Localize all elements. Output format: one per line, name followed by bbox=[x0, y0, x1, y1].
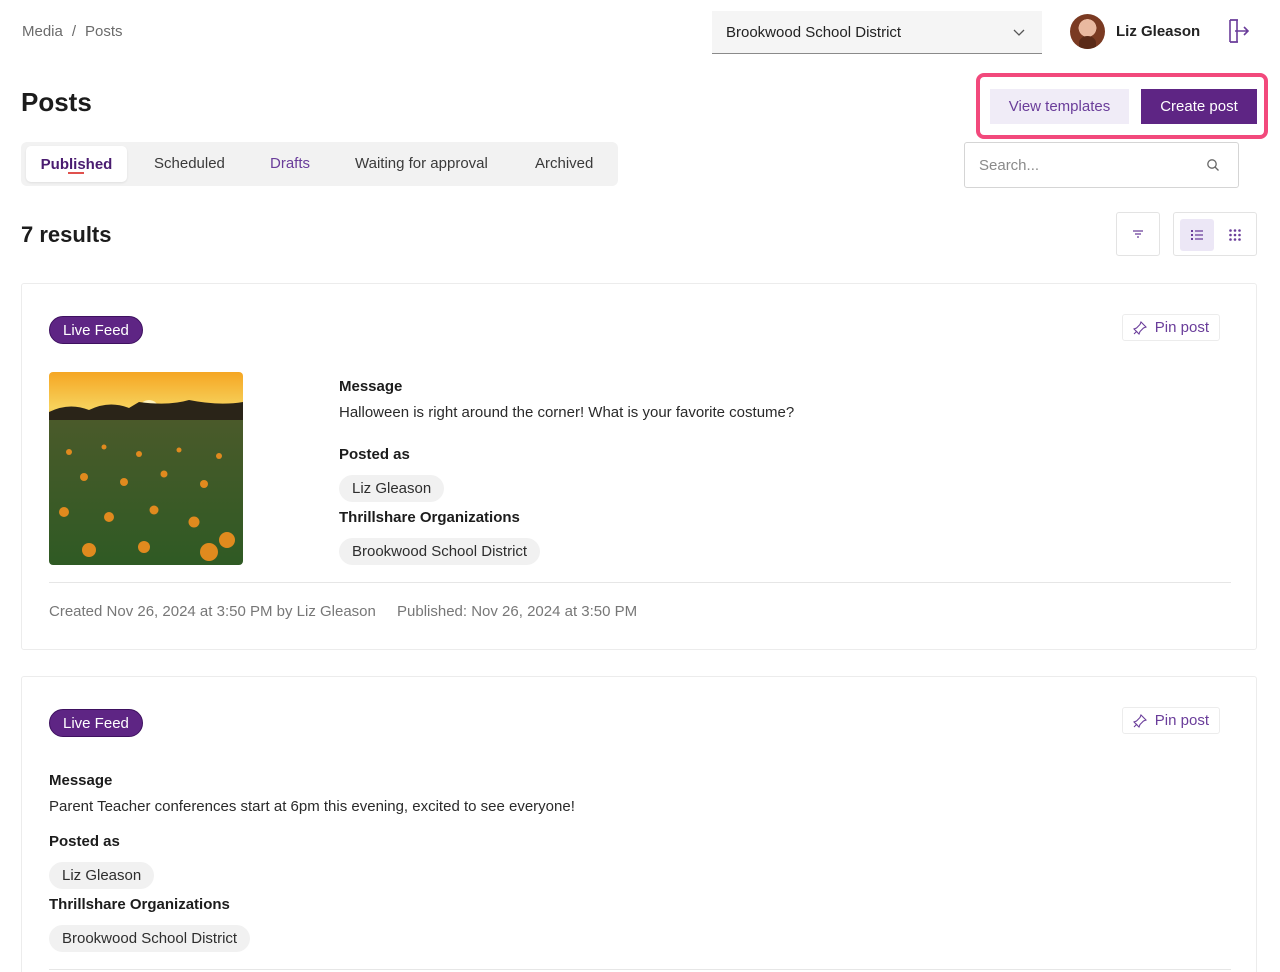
breadcrumb: Media / Posts bbox=[22, 23, 123, 40]
pin-post-button[interactable]: Pin post bbox=[1121, 707, 1220, 734]
post-card: Live Feed Pin post Message Halloween is … bbox=[21, 283, 1257, 650]
posted-as-label: Posted as bbox=[49, 833, 120, 850]
breadcrumb-media[interactable]: Media bbox=[22, 23, 63, 40]
grid-view-button[interactable] bbox=[1218, 219, 1252, 251]
search-icon[interactable] bbox=[1206, 158, 1220, 172]
list-view-icon bbox=[1191, 230, 1203, 240]
pin-post-label: Pin post bbox=[1154, 712, 1209, 729]
card-divider bbox=[49, 582, 1231, 583]
posted-as-chip: Liz Gleason bbox=[49, 862, 155, 889]
tab-scheduled[interactable]: Scheduled bbox=[154, 155, 225, 172]
organization-chip: Brookwood School District bbox=[49, 925, 251, 952]
card-divider bbox=[49, 969, 1231, 970]
message-text: Parent Teacher conferences start at 6pm … bbox=[49, 798, 575, 815]
district-select-value: Brookwood School District bbox=[726, 23, 902, 41]
tab-waiting-for-approval[interactable]: Waiting for approval bbox=[355, 155, 488, 172]
chevron-down-icon bbox=[1013, 29, 1025, 36]
message-label: Message bbox=[49, 772, 113, 789]
breadcrumb-separator: / bbox=[71, 23, 77, 40]
pin-icon bbox=[1132, 713, 1147, 728]
tab-published[interactable]: Published bbox=[26, 146, 127, 182]
post-card: Live Feed Pin post Message Parent Teache… bbox=[21, 676, 1257, 972]
posted-as-chip: Liz Gleason bbox=[339, 475, 445, 502]
search-input[interactable] bbox=[979, 156, 1189, 174]
user-name[interactable]: Liz Gleason bbox=[1116, 23, 1200, 40]
search-box bbox=[964, 142, 1239, 188]
filter-icon bbox=[1133, 230, 1143, 238]
message-text: Halloween is right around the corner! Wh… bbox=[339, 404, 795, 421]
pin-post-button[interactable]: Pin post bbox=[1121, 314, 1220, 341]
live-feed-badge: Live Feed bbox=[49, 316, 143, 344]
view-templates-button[interactable]: View templates bbox=[990, 89, 1129, 124]
message-label: Message bbox=[339, 378, 403, 395]
active-tab-indicator bbox=[68, 172, 84, 174]
page-title: Posts bbox=[21, 87, 92, 117]
created-meta: Created Nov 26, 2024 at 3:50 PM by Liz G… bbox=[49, 603, 376, 620]
tab-published-label: Published bbox=[40, 155, 113, 173]
logout-icon[interactable] bbox=[1228, 18, 1250, 44]
organizations-label: Thrillshare Organizations bbox=[339, 509, 520, 526]
pin-post-label: Pin post bbox=[1154, 319, 1209, 336]
status-tabs: Published Scheduled Drafts Waiting for a… bbox=[21, 142, 618, 186]
filter-button[interactable] bbox=[1116, 212, 1160, 256]
organizations-label: Thrillshare Organizations bbox=[49, 896, 230, 913]
grid-view-icon bbox=[1229, 229, 1241, 241]
breadcrumb-posts: Posts bbox=[85, 23, 123, 40]
tab-archived[interactable]: Archived bbox=[535, 155, 593, 172]
create-post-button[interactable]: Create post bbox=[1141, 89, 1257, 124]
list-view-button[interactable] bbox=[1180, 219, 1214, 251]
view-toggle bbox=[1173, 212, 1257, 256]
pin-icon bbox=[1132, 320, 1147, 335]
district-select[interactable]: Brookwood School District bbox=[712, 11, 1042, 54]
live-feed-badge: Live Feed bbox=[49, 709, 143, 737]
posted-as-label: Posted as bbox=[339, 446, 410, 463]
organization-chip: Brookwood School District bbox=[339, 538, 541, 565]
post-image bbox=[49, 372, 243, 565]
tab-drafts[interactable]: Drafts bbox=[270, 155, 310, 172]
top-bar: Media / Posts Brookwood School District … bbox=[0, 0, 1280, 64]
avatar[interactable] bbox=[1070, 14, 1105, 49]
published-meta: Published: Nov 26, 2024 at 3:50 PM bbox=[397, 603, 638, 620]
results-count: 7 results bbox=[21, 222, 112, 247]
